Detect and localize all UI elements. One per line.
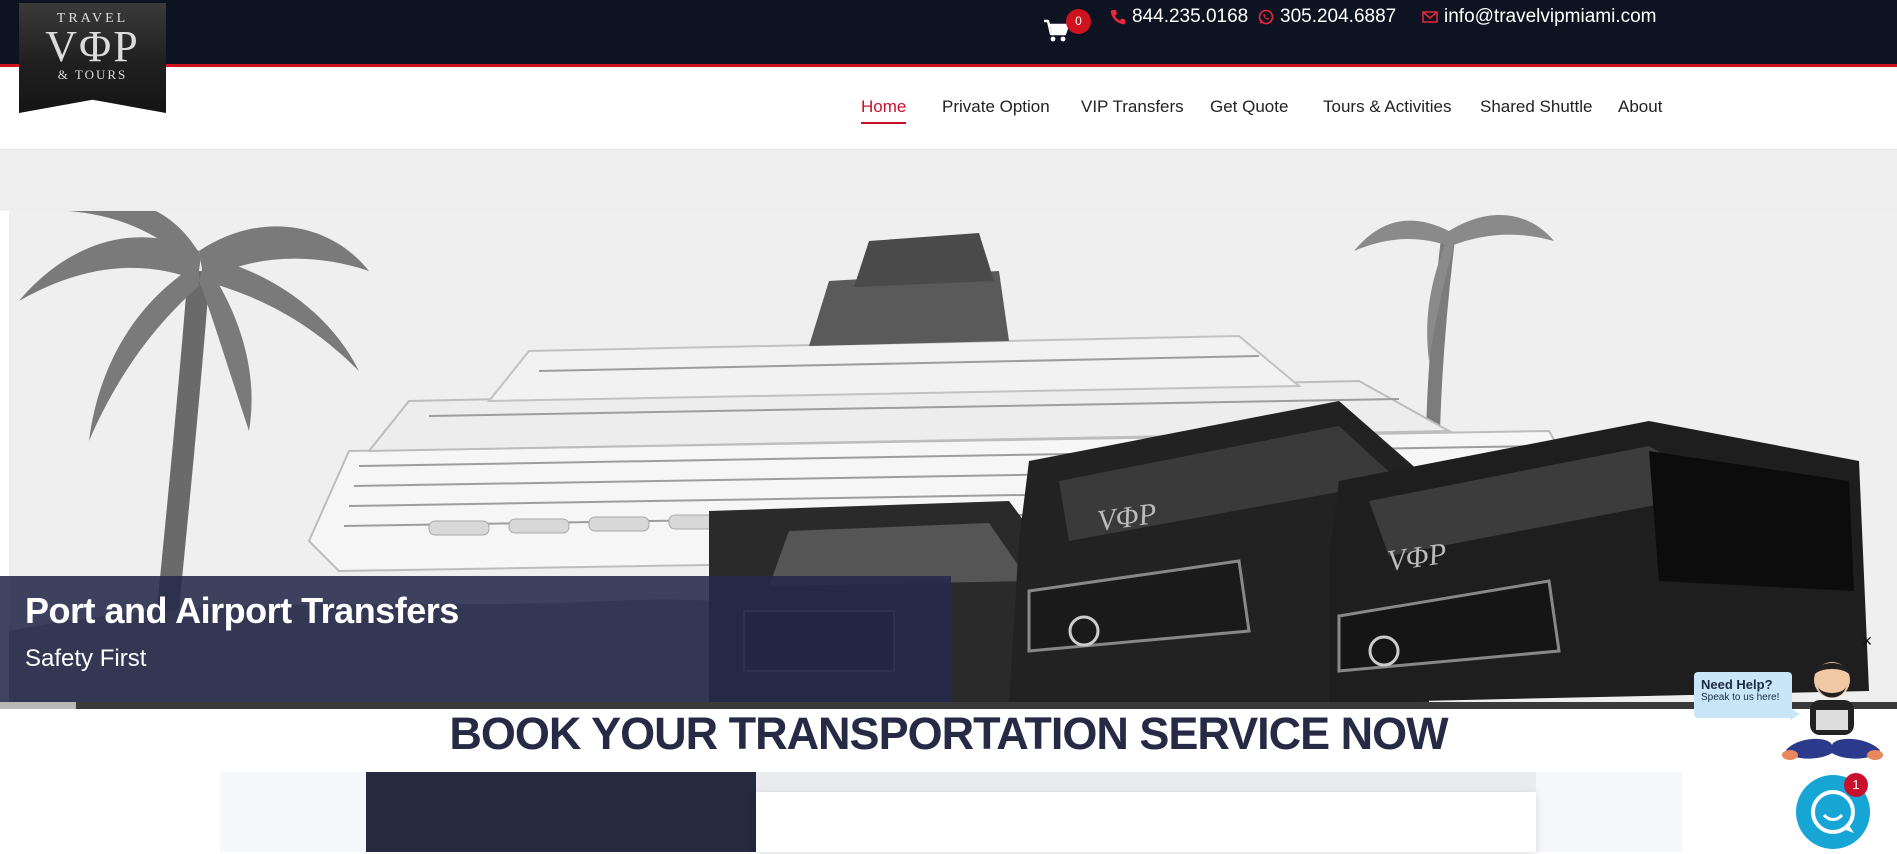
whatsapp-icon	[1258, 9, 1274, 25]
spacer-band	[0, 150, 1897, 211]
close-icon[interactable]: ×	[1858, 632, 1876, 650]
logo-line-3: & TOURS	[57, 67, 128, 82]
hero-title: Port and Airport Transfers	[25, 590, 459, 631]
nav-item-home[interactable]: Home	[861, 97, 907, 124]
nav-item-tours-activities[interactable]: Tours & Activities	[1323, 97, 1452, 117]
nav-item-about[interactable]: About	[1618, 97, 1662, 117]
booking-sidebar-panel	[366, 772, 756, 852]
hero-subtitle: Safety First	[25, 645, 147, 672]
phone-link-1[interactable]: 844.235.0168	[1110, 6, 1248, 28]
nav-item-private-option[interactable]: Private Option	[942, 97, 1050, 117]
email-address: info@travelvipmiami.com	[1444, 6, 1657, 27]
nav-item-get-quote[interactable]: Get Quote	[1210, 97, 1288, 117]
mail-icon	[1422, 9, 1438, 25]
support-avatar-illustration	[1780, 655, 1885, 775]
phone-number-2: 305.204.6887	[1280, 6, 1397, 27]
hero-caption: Port and Airport Transfers Safety First	[0, 576, 951, 702]
booking-form-card	[756, 792, 1536, 852]
help-title: Need Help?	[1701, 677, 1773, 692]
phone-number-1: 844.235.0168	[1132, 6, 1249, 27]
nav-item-vip-transfers[interactable]: VIP Transfers	[1081, 97, 1184, 117]
top-bar: 0 844.235.0168 305.204.6887 info@travelv…	[0, 0, 1897, 67]
nav-item-shared-shuttle[interactable]: Shared Shuttle	[1480, 97, 1592, 117]
email-link[interactable]: info@travelvipmiami.com	[1422, 6, 1657, 28]
booking-heading: BOOK YOUR TRANSPORTATION SERVICE NOW	[449, 708, 1448, 759]
site-logo[interactable]: TRAVEL VΦP & TOURS	[19, 3, 166, 113]
cart-count-badge: 0	[1066, 9, 1091, 34]
help-subtitle: Speak to us here!	[1701, 692, 1780, 703]
phone-icon	[1110, 9, 1126, 25]
logo-line-2: VΦP	[45, 22, 140, 71]
phone-link-2[interactable]: 305.204.6887	[1258, 6, 1396, 28]
chat-unread-badge: 1	[1844, 773, 1868, 797]
main-nav: Home Private Option VIP Transfers Get Qu…	[0, 70, 1897, 150]
help-bubble[interactable]: Need Help? Speak to us here!	[1694, 672, 1800, 720]
